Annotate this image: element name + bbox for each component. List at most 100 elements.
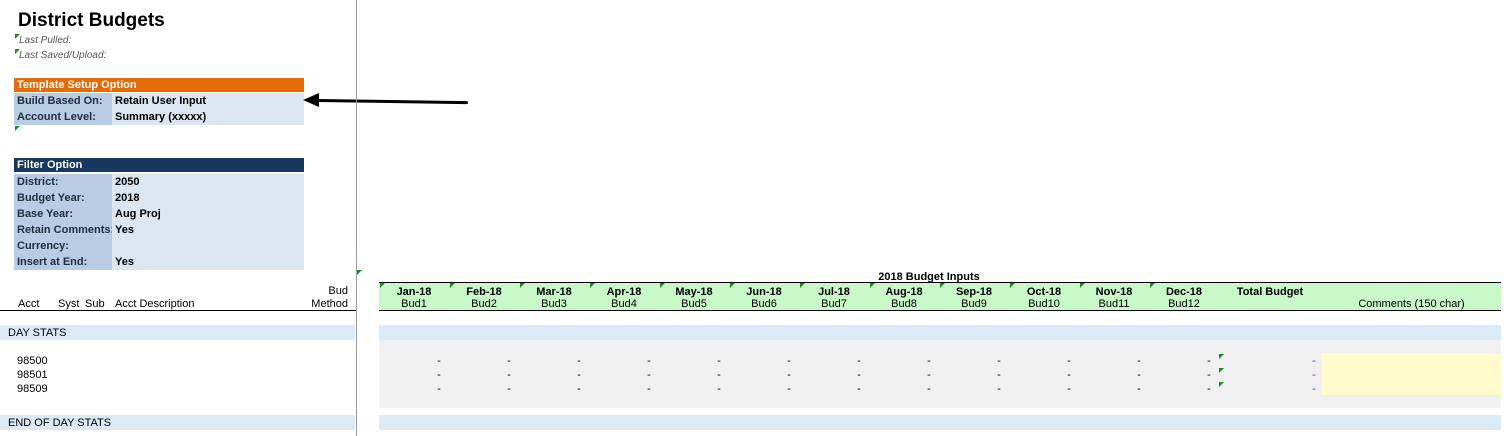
insert-at-end-row[interactable]: Insert at End: Yes <box>14 254 304 270</box>
col-acct-header: Acct <box>18 298 40 310</box>
budget-cell[interactable]: - <box>504 383 514 395</box>
month-header: Dec-18 <box>1165 286 1203 298</box>
account-row[interactable]: 98500 <box>17 355 48 367</box>
budget-cell[interactable]: - <box>434 383 444 395</box>
arrow-line-icon <box>315 99 469 105</box>
bud-code-header: Bud10 <box>1028 298 1060 310</box>
district-row[interactable]: District: 2050 <box>14 174 304 190</box>
build-based-on-value[interactable]: Retain User Input <box>112 93 304 109</box>
col-acct-description-header: Acct Description <box>115 298 195 310</box>
account-level-row[interactable]: Account Level: Summary (xxxxx) <box>14 109 304 125</box>
comment-marker-icon <box>1219 368 1224 373</box>
bud-code-header: Bud7 <box>821 298 847 310</box>
month-header: Mar-18 <box>536 286 572 298</box>
budget-cell[interactable]: - <box>1064 355 1074 367</box>
insert-at-end-value[interactable]: Yes <box>112 254 304 270</box>
district-value[interactable]: 2050 <box>112 174 304 190</box>
total-budget-cell[interactable]: - <box>1309 355 1319 367</box>
budget-cell[interactable]: - <box>854 355 864 367</box>
bud-code-header: Bud2 <box>471 298 497 310</box>
budget-cell[interactable]: - <box>1134 383 1144 395</box>
retain-comments-label: Retain Comments: <box>14 222 115 238</box>
base-year-row[interactable]: Base Year: Aug Proj <box>14 206 304 222</box>
account-row[interactable]: 98509 <box>17 383 48 395</box>
currency-row[interactable]: Currency: <box>14 238 304 254</box>
currency-label: Currency: <box>14 238 115 254</box>
budget-cell[interactable]: - <box>784 383 794 395</box>
budget-cell[interactable]: - <box>1204 369 1214 381</box>
budget-cell[interactable]: - <box>1064 383 1074 395</box>
budget-cell[interactable]: - <box>644 383 654 395</box>
month-header: Jan-18 <box>396 286 432 298</box>
comments-header: Comments (150 char) <box>1358 298 1465 310</box>
budget-cell[interactable]: - <box>714 355 724 367</box>
retain-comments-value[interactable]: Yes <box>112 222 304 238</box>
build-based-on-label: Build Based On: <box>14 93 115 109</box>
build-based-on-row[interactable]: Build Based On: Retain User Input <box>14 93 304 109</box>
header-underline-left <box>0 310 356 311</box>
end-section-band-right <box>379 415 1501 430</box>
budget-cell[interactable]: - <box>784 355 794 367</box>
month-header: Aug-18 <box>885 286 923 298</box>
budget-cell[interactable]: - <box>854 383 864 395</box>
day-stats-label[interactable]: DAY STATS <box>8 327 66 339</box>
comments-input-area[interactable] <box>1322 353 1501 395</box>
budget-cell[interactable]: - <box>1204 383 1214 395</box>
total-budget-header: Total Budget <box>1236 286 1304 298</box>
bud-code-header: Bud5 <box>681 298 707 310</box>
budget-cell[interactable]: - <box>854 369 864 381</box>
filter-option-header: Filter Option <box>14 158 304 172</box>
budget-cell[interactable]: - <box>1134 355 1144 367</box>
comment-marker-icon <box>1219 354 1224 359</box>
col-bud-method-header-2: Method <box>311 298 348 310</box>
base-year-value[interactable]: Aug Proj <box>112 206 304 222</box>
comment-marker-icon <box>15 126 20 131</box>
budget-cell[interactable]: - <box>994 355 1004 367</box>
account-row[interactable]: 98501 <box>17 369 48 381</box>
budget-cell[interactable]: - <box>434 355 444 367</box>
budget-cell[interactable]: - <box>504 369 514 381</box>
account-level-label: Account Level: <box>14 109 115 125</box>
budget-year-row[interactable]: Budget Year: 2018 <box>14 190 304 206</box>
total-budget-cell[interactable]: - <box>1309 369 1319 381</box>
budget-cell[interactable]: - <box>1064 369 1074 381</box>
insert-at-end-label: Insert at End: <box>14 254 115 270</box>
budget-cell[interactable]: - <box>574 383 584 395</box>
budget-cell[interactable]: - <box>1204 355 1214 367</box>
account-level-value[interactable]: Summary (xxxxx) <box>112 109 304 125</box>
frozen-pane-divider[interactable] <box>356 0 357 436</box>
col-sub-header: Sub <box>85 298 105 310</box>
month-header: Jun-18 <box>746 286 782 298</box>
retain-comments-row[interactable]: Retain Comments: Yes <box>14 222 304 238</box>
template-setup-header: Template Setup Option <box>14 78 304 92</box>
month-header: Apr-18 <box>606 286 642 298</box>
sheet-title: District Budgets <box>18 10 165 31</box>
month-header: Feb-18 <box>466 286 502 298</box>
budget-cell[interactable]: - <box>434 369 444 381</box>
bud-code-header: Bud9 <box>961 298 987 310</box>
end-day-stats-label[interactable]: END OF DAY STATS <box>8 417 111 429</box>
currency-value[interactable] <box>112 238 304 254</box>
budget-cell[interactable]: - <box>644 355 654 367</box>
base-year-label: Base Year: <box>14 206 115 222</box>
budget-cell[interactable]: - <box>784 369 794 381</box>
budget-year-value[interactable]: 2018 <box>112 190 304 206</box>
budget-cell[interactable]: - <box>714 369 724 381</box>
budget-cell[interactable]: - <box>924 369 934 381</box>
budget-cell[interactable]: - <box>644 369 654 381</box>
budget-cell[interactable]: - <box>924 383 934 395</box>
budget-cell[interactable]: - <box>574 355 584 367</box>
budget-cell[interactable]: - <box>504 355 514 367</box>
budget-cell[interactable]: - <box>994 369 1004 381</box>
last-saved-label: Last Saved/Upload: <box>19 50 107 61</box>
month-header: Sep-18 <box>955 286 993 298</box>
budget-cell[interactable]: - <box>714 383 724 395</box>
budget-cell[interactable]: - <box>1134 369 1144 381</box>
last-pulled-label: Last Pulled: <box>19 35 72 46</box>
budget-cell[interactable]: - <box>924 355 934 367</box>
comment-marker-icon <box>1219 382 1224 387</box>
total-budget-cell[interactable]: - <box>1309 383 1319 395</box>
budget-cell[interactable]: - <box>574 369 584 381</box>
bud-code-header: Bud12 <box>1168 298 1200 310</box>
budget-cell[interactable]: - <box>994 383 1004 395</box>
